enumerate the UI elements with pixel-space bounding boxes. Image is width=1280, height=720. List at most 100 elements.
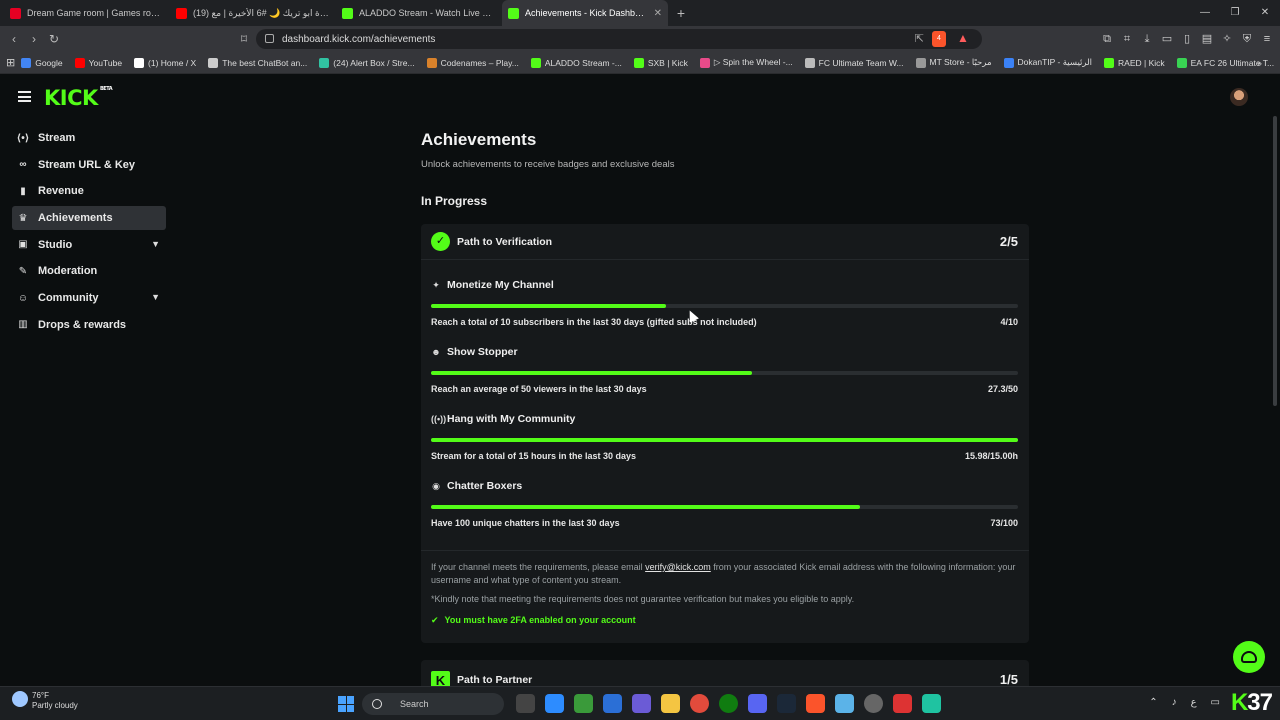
- xbox-icon[interactable]: [719, 694, 738, 713]
- browser-tab[interactable]: (19) سمرة ابو تريك 🌙 #6 الأخيرة | مع ...: [170, 0, 336, 26]
- weather-widget[interactable]: 76°F Partly cloudy: [12, 691, 78, 711]
- bookmark-item[interactable]: EA FC 26 Ultimate T...: [1171, 57, 1280, 68]
- more-bookmarks-icon[interactable]: »: [1257, 58, 1262, 68]
- avatar[interactable]: [1230, 88, 1248, 106]
- new-tab-button[interactable]: +: [668, 5, 694, 21]
- extensions-icon[interactable]: ⧉: [1100, 32, 1114, 46]
- share-icon[interactable]: ⇱: [915, 32, 924, 45]
- sidebar-item-stream-url-key[interactable]: ∞ Stream URL & Key: [12, 153, 166, 177]
- network-icon[interactable]: ▭: [1211, 697, 1220, 708]
- forward-button[interactable]: ›: [24, 32, 44, 46]
- file-explorer-icon[interactable]: [661, 694, 680, 713]
- window-controls: — ❐ ✕: [1190, 0, 1280, 26]
- bookmark-favicon-icon: [530, 57, 541, 68]
- translate-icon[interactable]: ⌗: [1120, 32, 1134, 46]
- apps-grid-icon[interactable]: ⊞: [6, 56, 15, 69]
- achievement-item: ☻ Show Stopper Reach an average of 50 vie…: [431, 346, 1018, 394]
- bookmark-icon[interactable]: ⌑: [234, 32, 254, 46]
- page-scrollbar[interactable]: [1273, 116, 1277, 406]
- kick-logo[interactable]: KICK BETA: [44, 86, 113, 110]
- url-field[interactable]: dashboard.kick.com/achievements ⇱ 4 ▲: [256, 29, 982, 49]
- verification-card-header[interactable]: ✓ Path to Verification 2/5: [421, 224, 1029, 260]
- mic-icon[interactable]: ♪: [1172, 697, 1177, 708]
- bookmark-item[interactable]: SXB | Kick: [628, 57, 694, 68]
- task-view-icon[interactable]: [516, 694, 535, 713]
- bookmark-item[interactable]: YouTube: [69, 57, 128, 68]
- sidebar-item-achievements[interactable]: ♛ Achievements: [12, 206, 166, 231]
- bookmark-item[interactable]: DokanTIP - الرئيسية: [998, 57, 1098, 68]
- achievement-description: Stream for a total of 15 hours in the la…: [431, 451, 637, 461]
- sidebar-item-moderation[interactable]: ✎ Moderation: [12, 259, 166, 283]
- app-icon[interactable]: [893, 694, 912, 713]
- bookmark-item[interactable]: ALADDO Stream -...: [525, 57, 628, 68]
- wallet-icon[interactable]: ▤: [1200, 32, 1214, 46]
- bookmark-favicon-icon: [208, 57, 219, 68]
- sidebar-item-stream[interactable]: ⟨•⟩ Stream: [12, 126, 166, 150]
- bookmark-item[interactable]: MT Store - مرحبًا: [910, 57, 998, 68]
- xbox-app-icon[interactable]: [574, 694, 593, 713]
- brave-icon[interactable]: [806, 694, 825, 713]
- bookmark-item[interactable]: RAED | Kick: [1098, 57, 1171, 68]
- sidebar-item-drops-rewards[interactable]: ▥ Drops & rewards: [12, 313, 166, 337]
- chevron-down-icon[interactable]: ▼: [151, 292, 160, 302]
- leo-icon[interactable]: ✧: [1220, 32, 1234, 46]
- browser-tab[interactable]: ALADDO Stream - Watch Live on Kick: [336, 0, 502, 26]
- steam-icon[interactable]: [777, 694, 796, 713]
- verify-email-link[interactable]: verify@kick.com: [645, 562, 711, 572]
- bookmark-item[interactable]: The best ChatBot an...: [202, 57, 313, 68]
- gaming-icon[interactable]: [632, 694, 651, 713]
- wrench-icon: ✎: [18, 265, 28, 277]
- download-icon[interactable]: ⤓: [1140, 32, 1154, 46]
- site-info-icon[interactable]: [265, 34, 274, 43]
- tab-title: Dream Game room | Games room in...: [27, 8, 164, 18]
- maximize-button[interactable]: ❐: [1220, 0, 1250, 26]
- close-tab-icon[interactable]: ✕: [654, 8, 662, 19]
- bookmark-item[interactable]: FC Ultimate Team W...: [799, 57, 910, 68]
- footer-text: If your channel meets the requirements, …: [431, 562, 646, 572]
- achievement-progress-value: 73/100: [990, 518, 1018, 528]
- notepad-icon[interactable]: [835, 694, 854, 713]
- brave-rewards-icon[interactable]: ▲: [956, 31, 970, 47]
- obs-icon[interactable]: [864, 694, 883, 713]
- bookmark-item[interactable]: (24) Alert Box / Stre...: [313, 57, 420, 68]
- chrome-icon[interactable]: [690, 694, 709, 713]
- bookmark-favicon-icon: [1104, 57, 1115, 68]
- windows-start-icon[interactable]: [338, 696, 354, 712]
- support-chat-button[interactable]: [1233, 641, 1265, 673]
- bookmark-item[interactable]: (1) Home / X: [128, 57, 202, 68]
- sidebar-item-studio[interactable]: ▣ Studio ▼: [12, 233, 166, 257]
- browser-tab[interactable]: Achievements - Kick Dashboard ✕: [502, 0, 668, 26]
- bookmark-item[interactable]: ▷ Spin the Wheel -...: [694, 57, 799, 68]
- sparkle-icon: ✦: [432, 279, 440, 290]
- achievement-description: Reach a total of 10 subscribers in the l…: [431, 317, 757, 327]
- bookmarks-bar: ⊞ Google YouTube (1) Home / X The best Chat…: [0, 52, 1280, 74]
- hamburger-menu-icon[interactable]: [18, 91, 31, 102]
- browser-tab[interactable]: Dream Game room | Games room in...: [4, 0, 170, 26]
- chevron-down-icon[interactable]: ▼: [151, 239, 160, 249]
- bookmark-item[interactable]: Codenames – Play...: [421, 57, 525, 68]
- back-button[interactable]: ‹: [4, 32, 24, 46]
- screenshot-icon[interactable]: ▭: [1160, 32, 1174, 46]
- menu-icon[interactable]: ≡: [1260, 32, 1274, 46]
- vpn-icon[interactable]: ⛨: [1240, 32, 1254, 46]
- sidebar-item-label: Studio: [38, 238, 73, 251]
- zoom-icon[interactable]: [545, 694, 564, 713]
- minimize-button[interactable]: —: [1190, 0, 1220, 26]
- bookmark-item[interactable]: Google: [15, 57, 68, 68]
- discord-icon[interactable]: [748, 694, 767, 713]
- kick-app-icon[interactable]: [922, 694, 941, 713]
- store-icon[interactable]: [603, 694, 622, 713]
- bookmark-favicon-icon: [1003, 57, 1014, 68]
- tray-expand-icon[interactable]: ⌃: [1149, 697, 1157, 708]
- reload-button[interactable]: ↻: [44, 32, 64, 46]
- disclaimer-note: *Kindly note that meeting the requiremen…: [431, 594, 855, 604]
- close-window-button[interactable]: ✕: [1250, 0, 1280, 26]
- sidebar-toggle-icon[interactable]: ▯: [1180, 32, 1194, 46]
- sidebar-item-revenue[interactable]: ▮ Revenue: [12, 179, 166, 203]
- taskbar-search[interactable]: Search: [362, 693, 504, 715]
- system-tray: ⌃ ♪ ع ▭: [1149, 697, 1220, 708]
- page-title: Achievements: [421, 130, 537, 149]
- sidebar-item-community[interactable]: ☺ Community ▼: [12, 286, 166, 310]
- language-indicator[interactable]: ع: [1191, 697, 1197, 708]
- brave-shields-icon[interactable]: 4: [932, 31, 946, 47]
